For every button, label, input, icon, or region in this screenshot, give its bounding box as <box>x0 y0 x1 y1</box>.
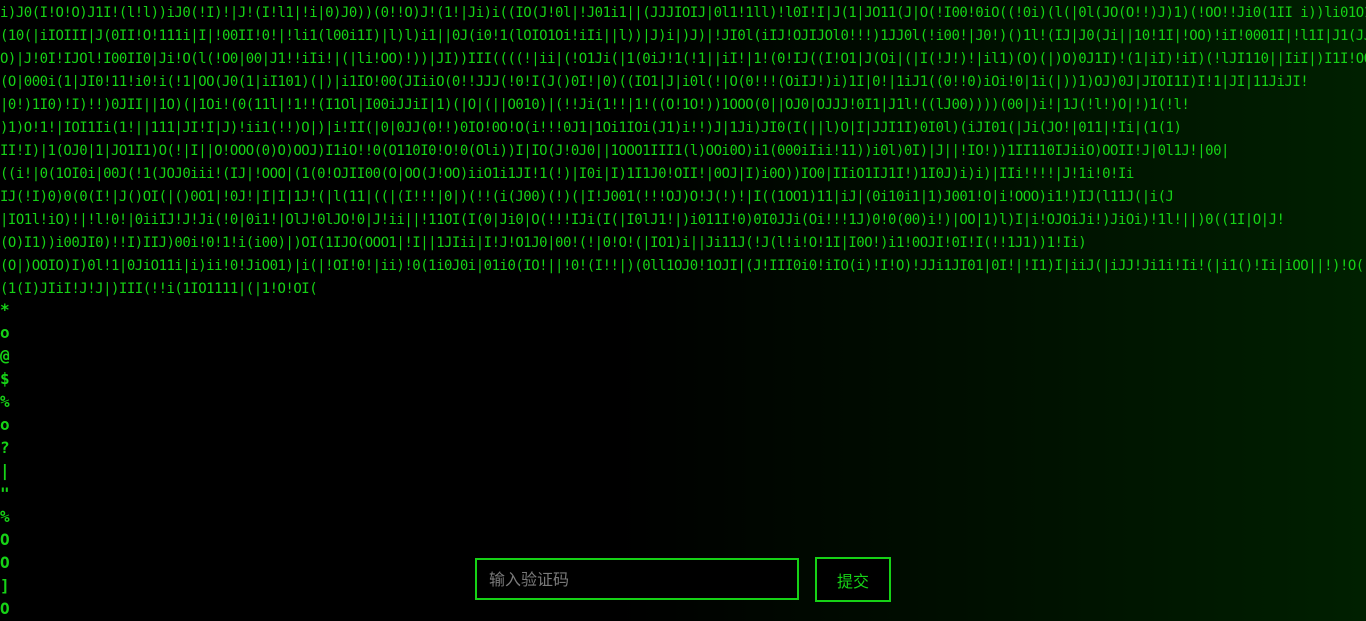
side-glyph: O <box>0 599 10 618</box>
noise-line: II!I)|1(OJ0|1|JO1I1)O(!|I||O!OOO(0)O)OOJ… <box>0 143 1229 159</box>
side-glyph: * <box>0 300 10 319</box>
side-glyph: % <box>0 507 10 526</box>
noise-line: (O|)OOIO)I)0l!1|0JiO11i|i)ii!0!JiO01)|i(… <box>0 258 1366 274</box>
noise-line: ((i!|0(1OI0i|00J(!1(JOJ0iii!(IJ|!OOO|(1(… <box>0 166 1134 182</box>
side-glyph: % <box>0 392 10 411</box>
noise-line: O)|J!0I!IJOl!I00II0|Ji!O(l(!O0|00|J1!!iI… <box>0 51 1366 67</box>
noise-line: )1)O!1!|IOI1Ii(1!||111|JI!I|J)!ii1(!!)O|… <box>0 120 1182 136</box>
side-glyph: | <box>0 461 10 480</box>
side-glyph: ? <box>0 438 10 457</box>
noise-text-area: i)J0(I!O!O)J1I!(l!l))iJ0(!I)!|J!(I!l1|!i… <box>0 2 1366 301</box>
noise-line: (O)I1))i00JI0)!!I)IIJ)00i!0!1!i(i00)|)OI… <box>0 235 1087 251</box>
noise-line: (10(|iIOIII|J(0II!O!111i|I|!00II!0!|!li1… <box>0 28 1366 44</box>
side-glyph: ] <box>0 576 10 595</box>
captcha-form: 提交 <box>475 557 895 603</box>
side-glyph: O <box>0 530 10 549</box>
side-glyph-column: * o @ $ % o ? | " % O O ] O <box>0 298 30 620</box>
captcha-input[interactable] <box>475 558 799 600</box>
side-glyph: O <box>0 553 10 572</box>
noise-line: (O|000i(1|JI0!11!i0!i(!1|OO(J0(1|iI101)(… <box>0 74 1309 90</box>
side-glyph: " <box>0 484 10 503</box>
noise-line: |IO1l!iO)!|!l!0!|0iiIJ!J!Ji(!0|0i1!|OlJ!… <box>0 212 1285 228</box>
side-glyph: @ <box>0 346 10 365</box>
side-glyph: o <box>0 415 10 434</box>
noise-line: |0!)1I0)!I)!!)0JII||1O)(|1Oi!(0(11l|!1!!… <box>0 97 1190 113</box>
side-glyph: $ <box>0 369 10 388</box>
submit-button[interactable]: 提交 <box>815 557 891 602</box>
side-glyph: o <box>0 323 10 342</box>
noise-line: i)J0(I!O!O)J1I!(l!l))iJ0(!I)!|J!(I!l1|!i… <box>0 5 1366 21</box>
noise-line: (1(I)JIiI!J!J|)III(!!i(1IO1111|(|1!O!OI( <box>0 281 318 297</box>
noise-line: IJ(!I)0)0(0(I!|J()OI(|()0O1|!0J!|I|I|1J!… <box>0 189 1174 205</box>
